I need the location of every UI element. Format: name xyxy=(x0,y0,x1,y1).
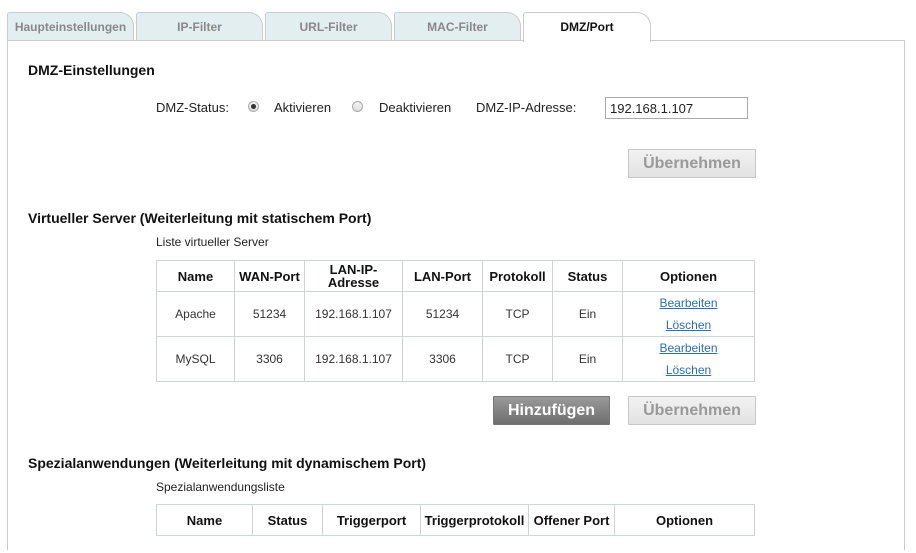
col-open-port: Offener Port xyxy=(528,504,615,536)
col-name: Name xyxy=(156,504,253,536)
dmz-disable-label[interactable]: Deaktivieren xyxy=(379,100,451,115)
add-virtual-server-button[interactable]: Hinzufügen xyxy=(493,396,610,425)
virtual-server-apply-button[interactable]: Übernehmen xyxy=(628,396,756,425)
col-wan-port: WAN-Port xyxy=(234,260,305,292)
cell-protocol: TCP xyxy=(482,336,553,382)
col-status: Status xyxy=(552,260,623,292)
edit-link[interactable]: Bearbeiten xyxy=(625,337,752,359)
cell-name: Apache xyxy=(156,291,235,337)
col-trigger-protocol: Triggerprotokoll xyxy=(420,504,529,536)
col-protocol: Protokoll xyxy=(482,260,553,292)
cell-options: Bearbeiten Löschen xyxy=(622,336,755,382)
tab-dmz-port[interactable]: DMZ/Port xyxy=(523,12,651,42)
cell-status: Ein xyxy=(552,336,623,382)
cell-wan-port: 51234 xyxy=(234,291,305,337)
dmz-status-label: DMZ-Status: xyxy=(156,100,229,115)
special-apps-list-label: Spezialanwendungsliste xyxy=(156,480,285,494)
edit-link[interactable]: Bearbeiten xyxy=(625,292,752,314)
tab-haupteinstellungen[interactable]: Haupteinstellungen xyxy=(7,12,134,40)
special-apps-section-title: Spezialanwendungen (Weiterleitung mit dy… xyxy=(28,455,427,471)
dmz-enable-radio[interactable] xyxy=(248,101,259,112)
virtual-server-list-label: Liste virtueller Server xyxy=(156,235,269,249)
col-options: Optionen xyxy=(614,504,755,536)
col-trigger-port: Triggerport xyxy=(322,504,421,536)
cell-lan-ip: 192.168.1.107 xyxy=(304,336,403,382)
cell-lan-port: 51234 xyxy=(402,291,483,337)
cell-wan-port: 3306 xyxy=(234,336,305,382)
dmz-enable-label[interactable]: Aktivieren xyxy=(274,100,331,115)
cell-status: Ein xyxy=(552,291,623,337)
cell-lan-ip: 192.168.1.107 xyxy=(304,291,403,337)
virtual-server-table: Name WAN-Port LAN-IP-Adresse LAN-Port Pr… xyxy=(156,260,755,382)
cell-name: MySQL xyxy=(156,336,235,382)
table-row: Apache 51234 192.168.1.107 51234 TCP Ein… xyxy=(156,291,755,337)
dmz-ip-label: DMZ-IP-Adresse: xyxy=(476,100,577,115)
dmz-section-title: DMZ-Einstellungen xyxy=(28,62,155,78)
virtual-server-section-title: Virtueller Server (Weiterleitung mit sta… xyxy=(28,210,372,226)
table-row: MySQL 3306 192.168.1.107 3306 TCP Ein Be… xyxy=(156,336,755,382)
col-options: Optionen xyxy=(622,260,755,292)
delete-link[interactable]: Löschen xyxy=(625,314,752,336)
cell-options: Bearbeiten Löschen xyxy=(622,291,755,337)
table-header-row: Name Status Triggerport Triggerprotokoll… xyxy=(156,504,755,536)
special-apps-table: Name Status Triggerport Triggerprotokoll… xyxy=(156,504,755,536)
cell-protocol: TCP xyxy=(482,291,553,337)
col-lan-port: LAN-Port xyxy=(402,260,483,292)
tab-url-filter[interactable]: URL-Filter xyxy=(265,12,392,40)
tab-ip-filter[interactable]: IP-Filter xyxy=(136,12,263,40)
dmz-apply-button[interactable]: Übernehmen xyxy=(628,149,756,178)
col-lan-ip: LAN-IP-Adresse xyxy=(304,260,403,292)
dmz-ip-input[interactable] xyxy=(605,97,748,119)
dmz-disable-radio[interactable] xyxy=(352,101,363,112)
cell-lan-port: 3306 xyxy=(402,336,483,382)
tab-mac-filter[interactable]: MAC-Filter xyxy=(394,12,521,40)
col-name: Name xyxy=(156,260,235,292)
delete-link[interactable]: Löschen xyxy=(625,359,752,381)
table-header-row: Name WAN-Port LAN-IP-Adresse LAN-Port Pr… xyxy=(156,260,755,292)
col-status: Status xyxy=(252,504,323,536)
